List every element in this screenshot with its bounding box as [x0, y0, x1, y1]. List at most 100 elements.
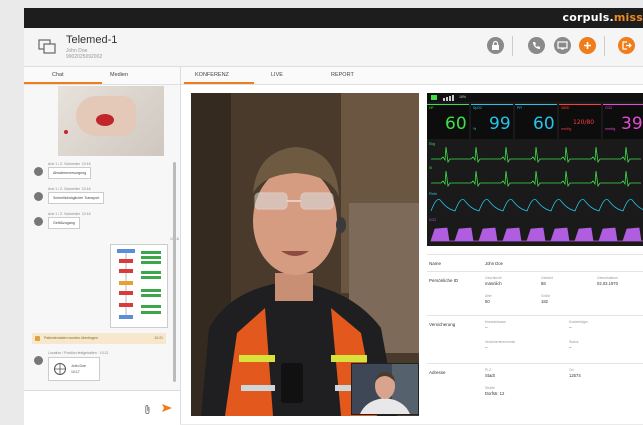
avatar — [34, 192, 43, 201]
vital-unit: % — [473, 127, 477, 131]
send-icon[interactable] — [161, 402, 173, 414]
value-name: John Doe — [485, 261, 503, 266]
avatar — [34, 167, 43, 176]
label-city: PLZ — [485, 368, 492, 372]
vital-unit: mmHg — [561, 127, 572, 131]
location-time: 10:17 — [71, 370, 80, 374]
paperclip-icon[interactable] — [144, 404, 151, 415]
tab-media[interactable]: Medien — [110, 72, 128, 78]
vital-tile-pr: PR 60 — [515, 104, 557, 139]
active-tab-indicator — [24, 82, 102, 84]
header-divider — [604, 36, 605, 56]
value-zip: 12574 — [569, 373, 581, 378]
vital-label: CO2 — [605, 106, 613, 110]
image-blood-drop — [64, 130, 68, 134]
vital-unit: mmHg — [605, 127, 616, 131]
message-bubble[interactable]: Schnellstmöglicher Transport — [48, 192, 105, 204]
location-card[interactable]: John Doe 10:17 — [48, 357, 100, 381]
row-address: Adresse PLZ Stadt Ort 12574 Straße Dorfs… — [427, 363, 643, 425]
tab-chat[interactable]: Chat — [52, 72, 64, 78]
add-button[interactable] — [579, 37, 596, 54]
value-weight: 88 — [541, 281, 546, 286]
value-ins-member: -- — [485, 345, 488, 350]
value-street: Dorfstr. 12 — [485, 391, 505, 396]
message-input-bar[interactable] — [24, 390, 180, 425]
tab-conference[interactable]: KONFERENZ — [195, 72, 229, 78]
value-birth: 02.03.1970 — [597, 281, 618, 286]
message-bubble[interactable]: Gefäßzugang — [48, 217, 80, 229]
chat-panel: Chat Medien Arzt 1 / Z. Schneider 10:16 … — [24, 67, 181, 425]
monitor-icon — [557, 41, 568, 50]
row-personal-id: Persönliche ID Geschlecht männlich Gewic… — [427, 271, 643, 316]
flowchart-thumbnail — [117, 249, 161, 319]
value-ins-number: -- — [569, 325, 572, 330]
video-feed-remote[interactable] — [191, 93, 419, 416]
session-header: Telemed-1 John Doe 9902025092002 — [24, 28, 643, 67]
value-age: 50 — [485, 299, 490, 304]
message-bubble[interactable]: Abwärmeversorgung — [48, 167, 92, 179]
exit-icon — [622, 41, 632, 50]
avatar — [34, 217, 43, 226]
phone-icon — [533, 42, 540, 49]
label-ins-number: Kostenträger — [569, 320, 588, 324]
label-address: Adresse — [429, 370, 446, 375]
vital-label: PR — [517, 106, 522, 110]
video-feed-self[interactable] — [351, 363, 419, 415]
session-title: Telemed-1 — [66, 34, 118, 46]
message-meta: Arzt 1 / Z. Schneider 10:16 — [48, 212, 91, 216]
waveform-label: Pleth — [429, 192, 437, 196]
chat-image-wound[interactable] — [58, 86, 164, 156]
label-birth: Geburtsdatum — [597, 276, 618, 280]
main-panel: KONFERENZ LIVE REPORT 16% HF 60 SpO2 99 … — [181, 67, 643, 424]
image-wound — [96, 114, 114, 126]
chat-document-thumbnail[interactable] — [110, 244, 168, 328]
lock-icon — [492, 40, 499, 50]
waveform-area: Ekg III Pleth CO2 — [429, 142, 643, 242]
call-button[interactable] — [528, 37, 545, 54]
waveform-co2 — [430, 227, 643, 242]
waveform-pleth — [430, 198, 643, 212]
warning-icon — [35, 336, 40, 341]
exit-button[interactable] — [618, 37, 635, 54]
tab-live[interactable]: LIVE — [271, 72, 283, 78]
patient-info-panel: Name John Doe Persönliche ID Geschlecht … — [427, 254, 643, 424]
row-name: Name John Doe — [427, 254, 643, 272]
value-ins-company: -- — [485, 325, 488, 330]
value-sex: männlich — [485, 281, 502, 286]
value-city: Stadt — [485, 373, 495, 378]
waveform-label: CO2 — [429, 218, 436, 222]
vital-label: NIBD — [561, 106, 570, 110]
screen-share-button[interactable] — [554, 37, 571, 54]
vital-tile-nibd: NIBD 120/80 mmHg — [559, 104, 601, 139]
waveform-ekg — [431, 146, 641, 164]
vital-value: 60 — [445, 114, 467, 134]
label-height: Größe — [541, 294, 551, 298]
label-zip: Ort — [569, 368, 574, 372]
message-meta: Arzt 1 / Z. Schneider 10:16 — [48, 187, 91, 191]
main-tabs: KONFERENZ LIVE REPORT — [181, 67, 643, 85]
vital-label: HF — [429, 106, 434, 110]
warning-text: Patientendaten wurden übertragen — [44, 336, 98, 340]
tab-report[interactable]: REPORT — [331, 72, 354, 78]
active-tab-indicator — [184, 82, 254, 84]
waveform-label: III — [429, 166, 432, 170]
monitor-status-text: 16% — [459, 95, 467, 99]
lock-button[interactable] — [487, 37, 504, 54]
label-ins-company: Krankenkasse — [485, 320, 506, 324]
top-bar: corpuls.miss — [24, 8, 643, 28]
label-street: Straße — [485, 386, 495, 390]
label-insurance: Versicherung — [429, 322, 456, 327]
chat-tabs: Chat Medien — [24, 67, 180, 85]
vital-value: 60 — [533, 114, 555, 134]
video-frame-doctor — [352, 364, 418, 414]
label-ins-status: Status — [569, 340, 579, 344]
vital-tile-spo2: SpO2 99% — [471, 104, 513, 139]
vital-value: 99 — [489, 114, 511, 134]
chat-scrollbar[interactable] — [173, 162, 176, 382]
vital-value: 39 — [621, 114, 643, 134]
location-meta: Location / Position festgehalten · 10:21 — [48, 351, 109, 355]
monitor-status-bar: 16% — [427, 93, 643, 102]
waveform-iii — [431, 170, 641, 188]
label-weight: Gewicht — [541, 276, 553, 280]
message-meta: Arzt 1 / Z. Schneider 10:16 — [48, 162, 91, 166]
